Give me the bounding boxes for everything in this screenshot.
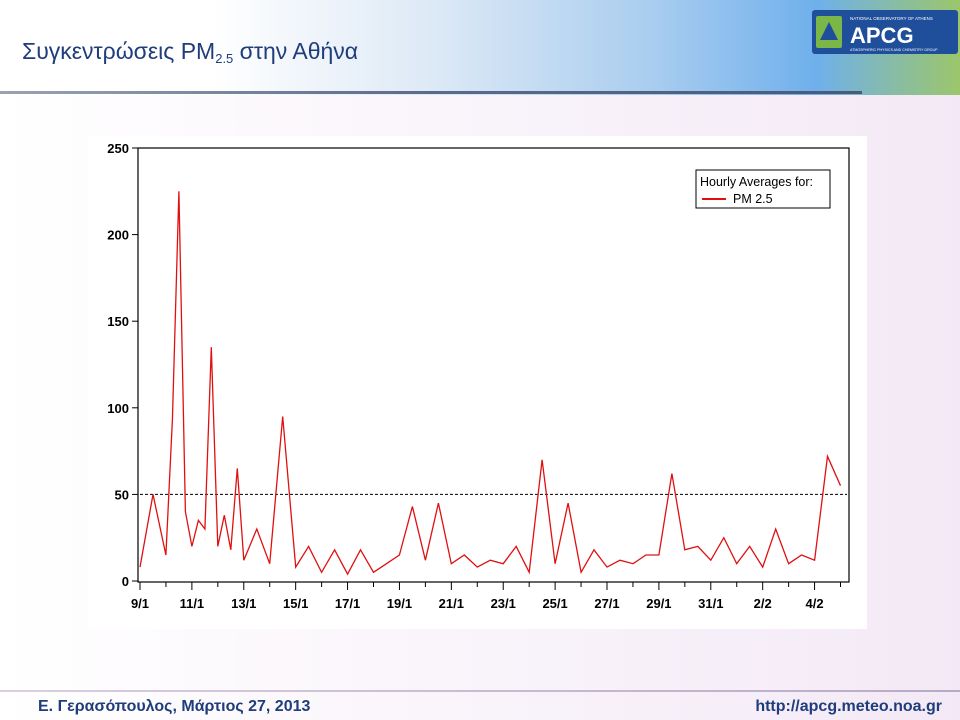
y-tick-label: 200 xyxy=(107,228,129,243)
x-tick-label: 11/1 xyxy=(180,596,205,611)
legend-series-label: PM 2.5 xyxy=(733,192,773,206)
plot-frame xyxy=(137,147,850,583)
x-tick-label: 13/1 xyxy=(231,596,256,611)
x-tick-label: 4/2 xyxy=(806,596,824,611)
x-tick-label: 19/1 xyxy=(387,596,412,611)
x-tick-label: 17/1 xyxy=(335,596,360,611)
pm25-chart: 0 50 100 150 200 250 9/1 11/1 13/1 15/1 17/1 19/1 2… xyxy=(107,141,850,611)
x-tick-label: 15/1 xyxy=(283,596,308,611)
y-tick-label: 100 xyxy=(107,401,129,416)
x-tick-label: 29/1 xyxy=(646,596,671,611)
apcg-logo: NATIONAL OBSERVATORY OF ATHENS APCG ATMO… xyxy=(812,10,958,54)
logo-text: APCG xyxy=(850,23,914,48)
chart-panel: 0 50 100 150 200 250 9/1 11/1 13/1 15/1 17/1 19/1 2… xyxy=(88,136,867,629)
legend-box: Hourly Averages for: PM 2.5 xyxy=(695,169,831,209)
page-title: Συγκεντρώσεις PM2.5 στην Αθήνα xyxy=(22,38,359,66)
y-tick-label: 50 xyxy=(115,487,129,502)
y-tick-label: 150 xyxy=(107,314,129,329)
y-tick-label: 0 xyxy=(122,574,129,589)
x-tick-label: 2/2 xyxy=(754,596,772,611)
y-axis: 0 50 100 150 200 250 xyxy=(107,141,138,589)
legend-title: Hourly Averages for: xyxy=(700,175,813,189)
x-tick-label: 31/1 xyxy=(698,596,723,611)
x-axis: 9/1 11/1 13/1 15/1 17/1 19/1 21/1 23/1 25/1 27/1 2… xyxy=(131,582,842,611)
x-tick-label: 21/1 xyxy=(439,596,464,611)
footer-url[interactable]: http://apcg.meteo.noa.gr xyxy=(755,698,942,716)
x-tick-label: 9/1 xyxy=(131,596,149,611)
logo-tagline-bottom: ATMOSPHERIC PHYSICS AND CHEMISTRY GROUP xyxy=(850,48,938,52)
y-tick-label: 250 xyxy=(107,141,129,156)
x-tick-label: 25/1 xyxy=(542,596,567,611)
title-divider xyxy=(0,91,862,94)
footer-divider xyxy=(0,690,960,692)
x-tick-label: 23/1 xyxy=(491,596,516,611)
footer-author-date: Ε. Γερασόπουλος, Μάρτιος 27, 2013 xyxy=(38,698,311,715)
logo-tagline-top: NATIONAL OBSERVATORY OF ATHENS xyxy=(850,16,933,21)
x-tick-label: 27/1 xyxy=(594,596,619,611)
